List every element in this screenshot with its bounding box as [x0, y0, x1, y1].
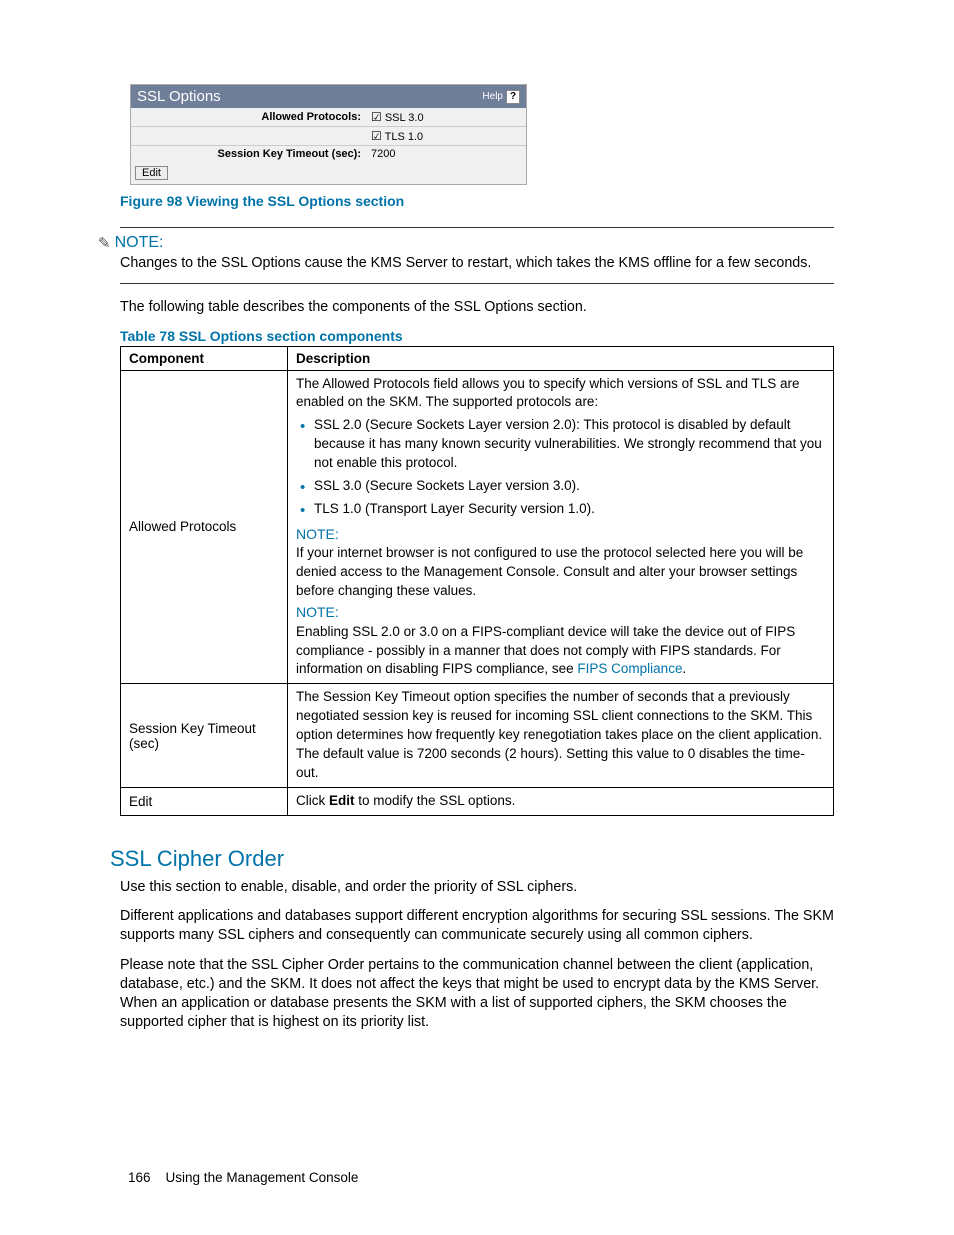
fips-compliance-link[interactable]: FIPS Compliance	[577, 661, 682, 676]
bullet-item: SSL 2.0 (Secure Sockets Layer version 2.…	[314, 416, 825, 473]
ssl-options-panel: SSL Options Help ? Allowed Protocols: ☑ …	[130, 84, 527, 185]
cell-description: Click Edit to modify the SSL options.	[288, 787, 834, 815]
intro-text: The following table describes the compon…	[120, 298, 834, 317]
inline-note-text: If your internet browser is not configur…	[296, 544, 825, 601]
th-description: Description	[288, 346, 834, 370]
help-link[interactable]: Help ?	[482, 90, 520, 104]
inline-note-label: NOTE:	[296, 525, 825, 545]
page-footer: 166 Using the Management Console	[128, 1170, 358, 1185]
section-p2: Different applications and databases sup…	[120, 907, 834, 946]
table-caption: Table 78 SSL Options section components	[120, 328, 834, 344]
components-table: Component Description Allowed Protocols …	[120, 346, 834, 816]
note-icon: ✎	[98, 234, 111, 252]
ssl30-checkbox[interactable]: ☑	[371, 110, 382, 124]
ssl30-label: SSL 3.0	[385, 112, 424, 124]
footer-title: Using the Management Console	[166, 1170, 359, 1185]
panel-title: SSL Options	[137, 88, 221, 105]
allowed-protocols-label: Allowed Protocols:	[131, 111, 371, 123]
help-icon: ?	[506, 90, 520, 104]
note-label: NOTE:	[115, 234, 164, 252]
section-p1: Use this section to enable, disable, and…	[120, 878, 834, 897]
figure-caption: Figure 98 Viewing the SSL Options sectio…	[120, 193, 834, 209]
edit-button[interactable]: Edit	[135, 166, 168, 180]
cell-description: The Session Key Timeout option specifies…	[288, 684, 834, 787]
cell-component: Session Key Timeout (sec)	[121, 684, 288, 787]
tls10-checkbox[interactable]: ☑	[371, 129, 382, 143]
table-row: Allowed Protocols The Allowed Protocols …	[121, 370, 834, 684]
inline-note-text: Enabling SSL 2.0 or 3.0 on a FIPS-compli…	[296, 623, 825, 680]
section-heading: SSL Cipher Order	[110, 846, 834, 872]
note-text: Changes to the SSL Options cause the KMS…	[120, 254, 834, 273]
inline-note-label: NOTE:	[296, 603, 825, 623]
timeout-value: 7200	[371, 148, 526, 160]
th-component: Component	[121, 346, 288, 370]
panel-body: Allowed Protocols: ☑ SSL 3.0 ☑ TLS 1.0 S…	[131, 108, 526, 162]
tls10-label: TLS 1.0	[385, 131, 424, 143]
cell-component: Edit	[121, 787, 288, 815]
cell-description: The Allowed Protocols field allows you t…	[288, 370, 834, 684]
cell-component: Allowed Protocols	[121, 370, 288, 684]
table-row: Session Key Timeout (sec) The Session Ke…	[121, 684, 834, 787]
bullet-item: SSL 3.0 (Secure Sockets Layer version 3.…	[314, 477, 825, 496]
table-row: Edit Click Edit to modify the SSL option…	[121, 787, 834, 815]
panel-header: SSL Options Help ?	[131, 85, 526, 108]
bullet-item: TLS 1.0 (Transport Layer Security versio…	[314, 500, 825, 519]
timeout-label: Session Key Timeout (sec):	[131, 148, 371, 160]
section-p3: Please note that the SSL Cipher Order pe…	[120, 956, 834, 1033]
divider-bottom	[120, 283, 834, 284]
divider-top	[120, 227, 834, 228]
page-number: 166	[128, 1170, 151, 1185]
